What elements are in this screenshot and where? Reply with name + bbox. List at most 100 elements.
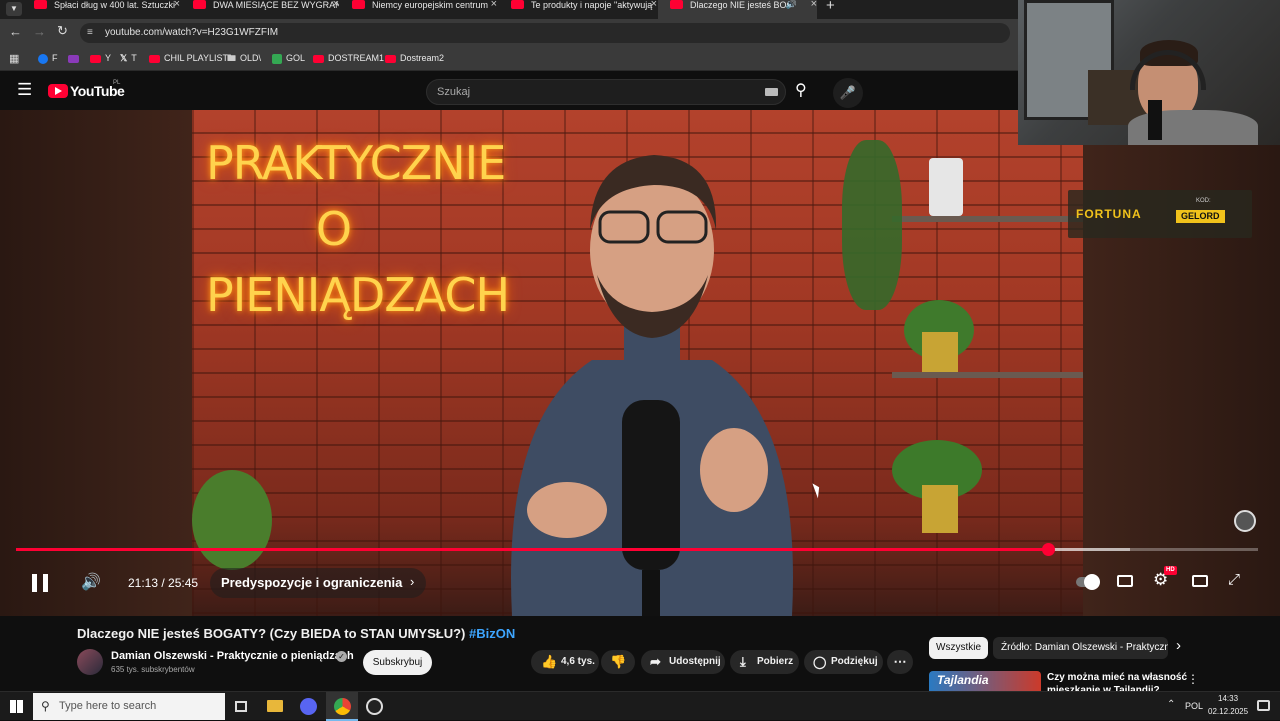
notification-icon[interactable] xyxy=(1257,700,1270,711)
apps-grid-icon[interactable]: ▦ xyxy=(9,52,19,65)
kebab-menu-icon[interactable]: ⋮ xyxy=(1187,672,1199,686)
discord-app-icon[interactable] xyxy=(300,698,317,715)
tab-title: Niemcy europejskim centrum xyxy=(372,0,489,10)
taskbar-search-input[interactable]: ⚲ Type here to search xyxy=(33,693,225,720)
close-tab-icon[interactable]: × xyxy=(333,0,339,10)
close-tab-icon[interactable]: × xyxy=(811,0,817,10)
thumbs-up-icon: 👍 xyxy=(541,654,558,669)
browser-tab[interactable]: Te produkty i napoje "aktywują × xyxy=(499,0,657,19)
obs-app-icon[interactable] xyxy=(366,698,383,715)
browser-tab[interactable]: DWA MIESIĄCE BEZ WYGRANE × xyxy=(181,0,339,19)
video-backdrop-left xyxy=(0,110,192,616)
autoplay-knob-icon xyxy=(1084,574,1100,590)
bookmark-item[interactable]: F xyxy=(38,52,58,64)
speaker-icon[interactable]: 🔊 xyxy=(786,0,797,10)
windows-start-icon[interactable] xyxy=(10,700,23,713)
taskbar-search-placeholder: Type here to search xyxy=(59,700,157,712)
tray-chevron-up-icon[interactable]: ⌃ xyxy=(1167,699,1175,710)
browser-tab[interactable]: Niemcy europejskim centrum × xyxy=(340,0,497,19)
bookmark-item[interactable]: Dostream2 xyxy=(385,52,444,64)
search-icon[interactable]: ⚲ xyxy=(795,80,807,100)
youtube-favicon-icon xyxy=(34,0,47,9)
share-arrow-icon: ➦ xyxy=(650,654,661,669)
video-details: Dlaczego NIE jesteś BOGATY? (Czy BIEDA t… xyxy=(0,616,1280,691)
autoplay-toggle[interactable] xyxy=(1076,574,1100,590)
plant-pot xyxy=(922,485,958,533)
channel-watermark-icon[interactable] xyxy=(1234,510,1256,532)
seek-bar[interactable] xyxy=(16,543,1258,556)
thanks-button[interactable]: ◯ Podziękuj xyxy=(804,650,883,674)
more-horizontal-icon: ⋯ xyxy=(893,654,907,669)
chrome-app-icon[interactable] xyxy=(326,692,358,721)
bookmark-item[interactable] xyxy=(68,52,83,64)
keyboard-icon[interactable] xyxy=(765,88,778,96)
input-language[interactable]: POL xyxy=(1185,701,1203,711)
channel-name[interactable]: Damian Olszewski - Praktycznie o pieniąd… xyxy=(111,650,354,662)
streamer-webcam-overlay xyxy=(1018,0,1280,145)
tab-title: Dlaczego NIE jesteś BOGAT xyxy=(690,0,790,10)
pause-icon[interactable] xyxy=(32,574,48,592)
hamburger-menu-icon[interactable]: ☰ xyxy=(17,80,32,100)
clock-time[interactable]: 14:33 xyxy=(1218,694,1238,703)
chip-source[interactable]: Źródło: Damian Olszewski - Praktyczn xyxy=(993,637,1168,659)
thumbs-down-icon: 👎 xyxy=(610,654,627,669)
channel-avatar[interactable] xyxy=(77,649,103,675)
plant-pot xyxy=(922,332,958,372)
forward-arrow-icon[interactable]: → xyxy=(33,24,46,39)
chip-all[interactable]: Wszystkie xyxy=(929,637,988,659)
chapter-button[interactable]: Predyspozycje i ograniczenia › xyxy=(210,568,426,598)
miniplayer-icon[interactable] xyxy=(1192,575,1208,587)
tab-search-chevron-icon[interactable]: ▼ xyxy=(6,2,22,16)
url-bar[interactable]: ≡ youtube.com/watch?v=H23G1WFZFIM xyxy=(80,23,1010,43)
close-tab-icon[interactable]: × xyxy=(651,0,657,10)
youtube-icon xyxy=(90,54,101,63)
dislike-button[interactable]: 👎 xyxy=(601,650,635,674)
new-tab-button[interactable]: + xyxy=(826,0,835,14)
url-text: youtube.com/watch?v=H23G1WFZFIM xyxy=(105,27,279,38)
clock-date[interactable]: 02.12.2025 xyxy=(1208,707,1248,716)
bookmark-item[interactable]: 𝕏T xyxy=(120,52,137,64)
browser-tab-active[interactable]: Dlaczego NIE jesteś BOGAT 🔊 × xyxy=(658,0,817,19)
time-display: 21:13 / 25:45 xyxy=(128,576,199,590)
task-view-icon[interactable] xyxy=(235,701,247,712)
video-frame[interactable]: PRAKTYCZNIE O PIENIĄDZACH xyxy=(192,110,1083,616)
video-player[interactable]: PRAKTYCZNIE O PIENIĄDZACH FORTUNA KOD: G… xyxy=(0,110,1280,616)
tab-title: Spłaci dług w 400 lat. Sztuczki xyxy=(54,0,176,10)
subtitles-icon[interactable] xyxy=(1117,575,1133,587)
site-info-icon[interactable]: ≡ xyxy=(87,23,93,43)
youtube-icon xyxy=(149,54,160,63)
bookmark-item[interactable]: GOL xyxy=(272,52,305,64)
back-arrow-icon[interactable]: ← xyxy=(9,24,22,39)
subscribe-button[interactable]: Subskrybuj xyxy=(363,650,432,675)
search-input[interactable]: Szukaj xyxy=(426,79,786,105)
close-tab-icon[interactable]: × xyxy=(174,0,180,10)
chip-scroll-right-icon[interactable]: › xyxy=(1176,637,1181,654)
hashtag-link[interactable]: #BizON xyxy=(469,626,515,641)
youtube-icon xyxy=(385,54,396,63)
close-tab-icon[interactable]: × xyxy=(491,0,497,10)
seek-bar-buffered xyxy=(1047,548,1130,551)
bookmark-folder[interactable]: 🖿 OLD\ xyxy=(227,52,261,64)
volume-icon[interactable]: 🔊 xyxy=(81,572,101,592)
bookmark-item[interactable]: CHIL PLAYLIST xyxy=(149,52,228,64)
reload-icon[interactable]: ↻ xyxy=(57,23,68,39)
youtube-favicon-icon xyxy=(352,0,365,9)
seek-scrubber-handle[interactable] xyxy=(1041,543,1055,556)
download-button[interactable]: ⤓ Pobierz xyxy=(730,650,799,674)
shelf xyxy=(892,216,1083,222)
browser-tab[interactable]: Spłaci dług w 400 lat. Sztuczki × xyxy=(22,0,180,19)
twitch-icon xyxy=(68,54,79,63)
microphone-icon: 🎤 xyxy=(839,85,857,100)
voice-search-button[interactable]: 🎤 xyxy=(833,78,863,108)
bookmark-item[interactable]: DOSTREAM1 xyxy=(313,52,384,64)
bookmark-item[interactable]: Y xyxy=(90,52,111,64)
recommended-thumbnail[interactable]: Tajlandia xyxy=(929,671,1041,691)
fullscreen-icon[interactable]: ⤢ xyxy=(1228,571,1240,588)
more-actions-button[interactable]: ⋯ xyxy=(887,650,913,674)
file-explorer-icon[interactable] xyxy=(267,700,283,712)
recommended-title[interactable]: Czy można mieć na własność xyxy=(1047,672,1187,683)
player-controls: 🔊 21:13 / 25:45 Predyspozycje i ogranicz… xyxy=(0,562,1280,604)
download-icon: ⤓ xyxy=(740,654,746,669)
share-button[interactable]: ➦ Udostępnij xyxy=(641,650,725,674)
like-button[interactable]: 👍 4,6 tys. xyxy=(531,650,599,674)
